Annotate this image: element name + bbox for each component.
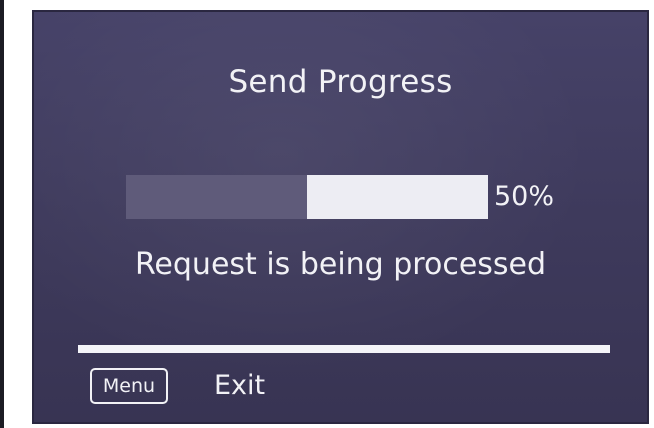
device-bezel-edge bbox=[0, 0, 4, 428]
menu-button[interactable]: Menu bbox=[90, 368, 168, 404]
dialog-title: Send Progress bbox=[228, 64, 453, 100]
exit-label: Exit bbox=[214, 370, 266, 401]
progress-percent: 50% bbox=[494, 181, 555, 212]
status-message: Request is being processed bbox=[134, 247, 547, 282]
progress-bar-fill bbox=[307, 175, 488, 219]
footer-divider bbox=[78, 345, 610, 353]
progress-bar bbox=[126, 175, 488, 219]
send-progress-screen: Send Progress 50% Request is being proce… bbox=[32, 10, 649, 424]
